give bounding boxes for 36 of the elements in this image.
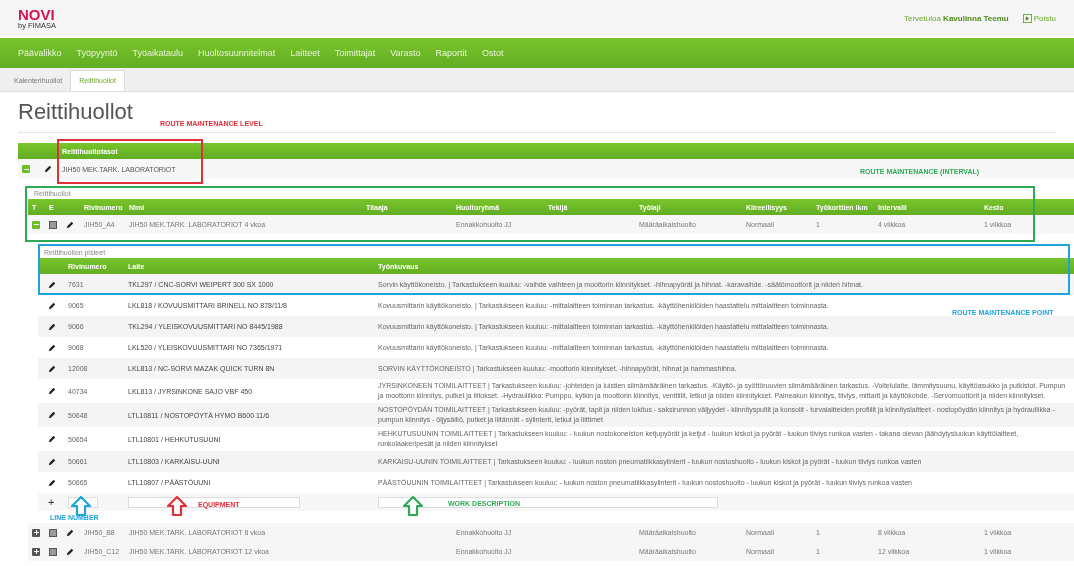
nav-item[interactable]: Raportit xyxy=(435,48,468,58)
pencil-icon[interactable] xyxy=(48,457,56,466)
logout-icon[interactable] xyxy=(1022,13,1032,23)
pencil-icon[interactable] xyxy=(48,280,56,289)
pencil-icon[interactable] xyxy=(66,528,74,537)
pencil-icon[interactable] xyxy=(48,411,56,419)
nav-item[interactable]: Laitteet xyxy=(290,48,320,58)
pencil-icon[interactable] xyxy=(48,343,56,352)
nav-item[interactable]: Ostot xyxy=(482,48,504,58)
logout-link[interactable]: Poistu xyxy=(1022,13,1056,23)
pencil-icon[interactable] xyxy=(48,478,56,487)
pencil-icon[interactable] xyxy=(48,301,56,310)
page-title: Reittihuollot xyxy=(18,99,133,125)
pencil-icon[interactable] xyxy=(66,220,74,229)
input-field[interactable] xyxy=(128,496,300,508)
checkbox-icon[interactable] xyxy=(49,528,57,537)
add-button[interactable]: + xyxy=(48,496,68,508)
nav-item[interactable]: Työpyyntö xyxy=(76,48,118,58)
pencil-icon[interactable] xyxy=(48,364,56,373)
nav-item[interactable]: Huoltosuunnitelmat xyxy=(198,48,276,58)
input-field[interactable] xyxy=(378,496,718,508)
expand-icon[interactable] xyxy=(32,528,40,537)
checkbox-icon[interactable] xyxy=(49,220,57,229)
welcome-text: Tervetuloa Kavulinna Teemu xyxy=(903,13,1009,23)
nav-item[interactable]: Toimittajat xyxy=(334,48,376,58)
nav-item[interactable]: Päävalikko xyxy=(18,48,62,58)
pencil-icon[interactable] xyxy=(48,387,56,395)
logo[interactable]: NOVI xyxy=(18,6,56,22)
expand-icon[interactable] xyxy=(32,547,40,556)
pencil-icon[interactable] xyxy=(48,435,56,443)
checkbox-icon[interactable] xyxy=(49,547,57,556)
nav-item[interactable]: Varasto xyxy=(390,48,421,58)
pencil-icon[interactable] xyxy=(44,165,52,173)
pencil-icon[interactable] xyxy=(48,322,56,331)
pencil-icon[interactable] xyxy=(66,547,74,556)
nav-item[interactable]: Työaikataulu xyxy=(132,48,184,58)
